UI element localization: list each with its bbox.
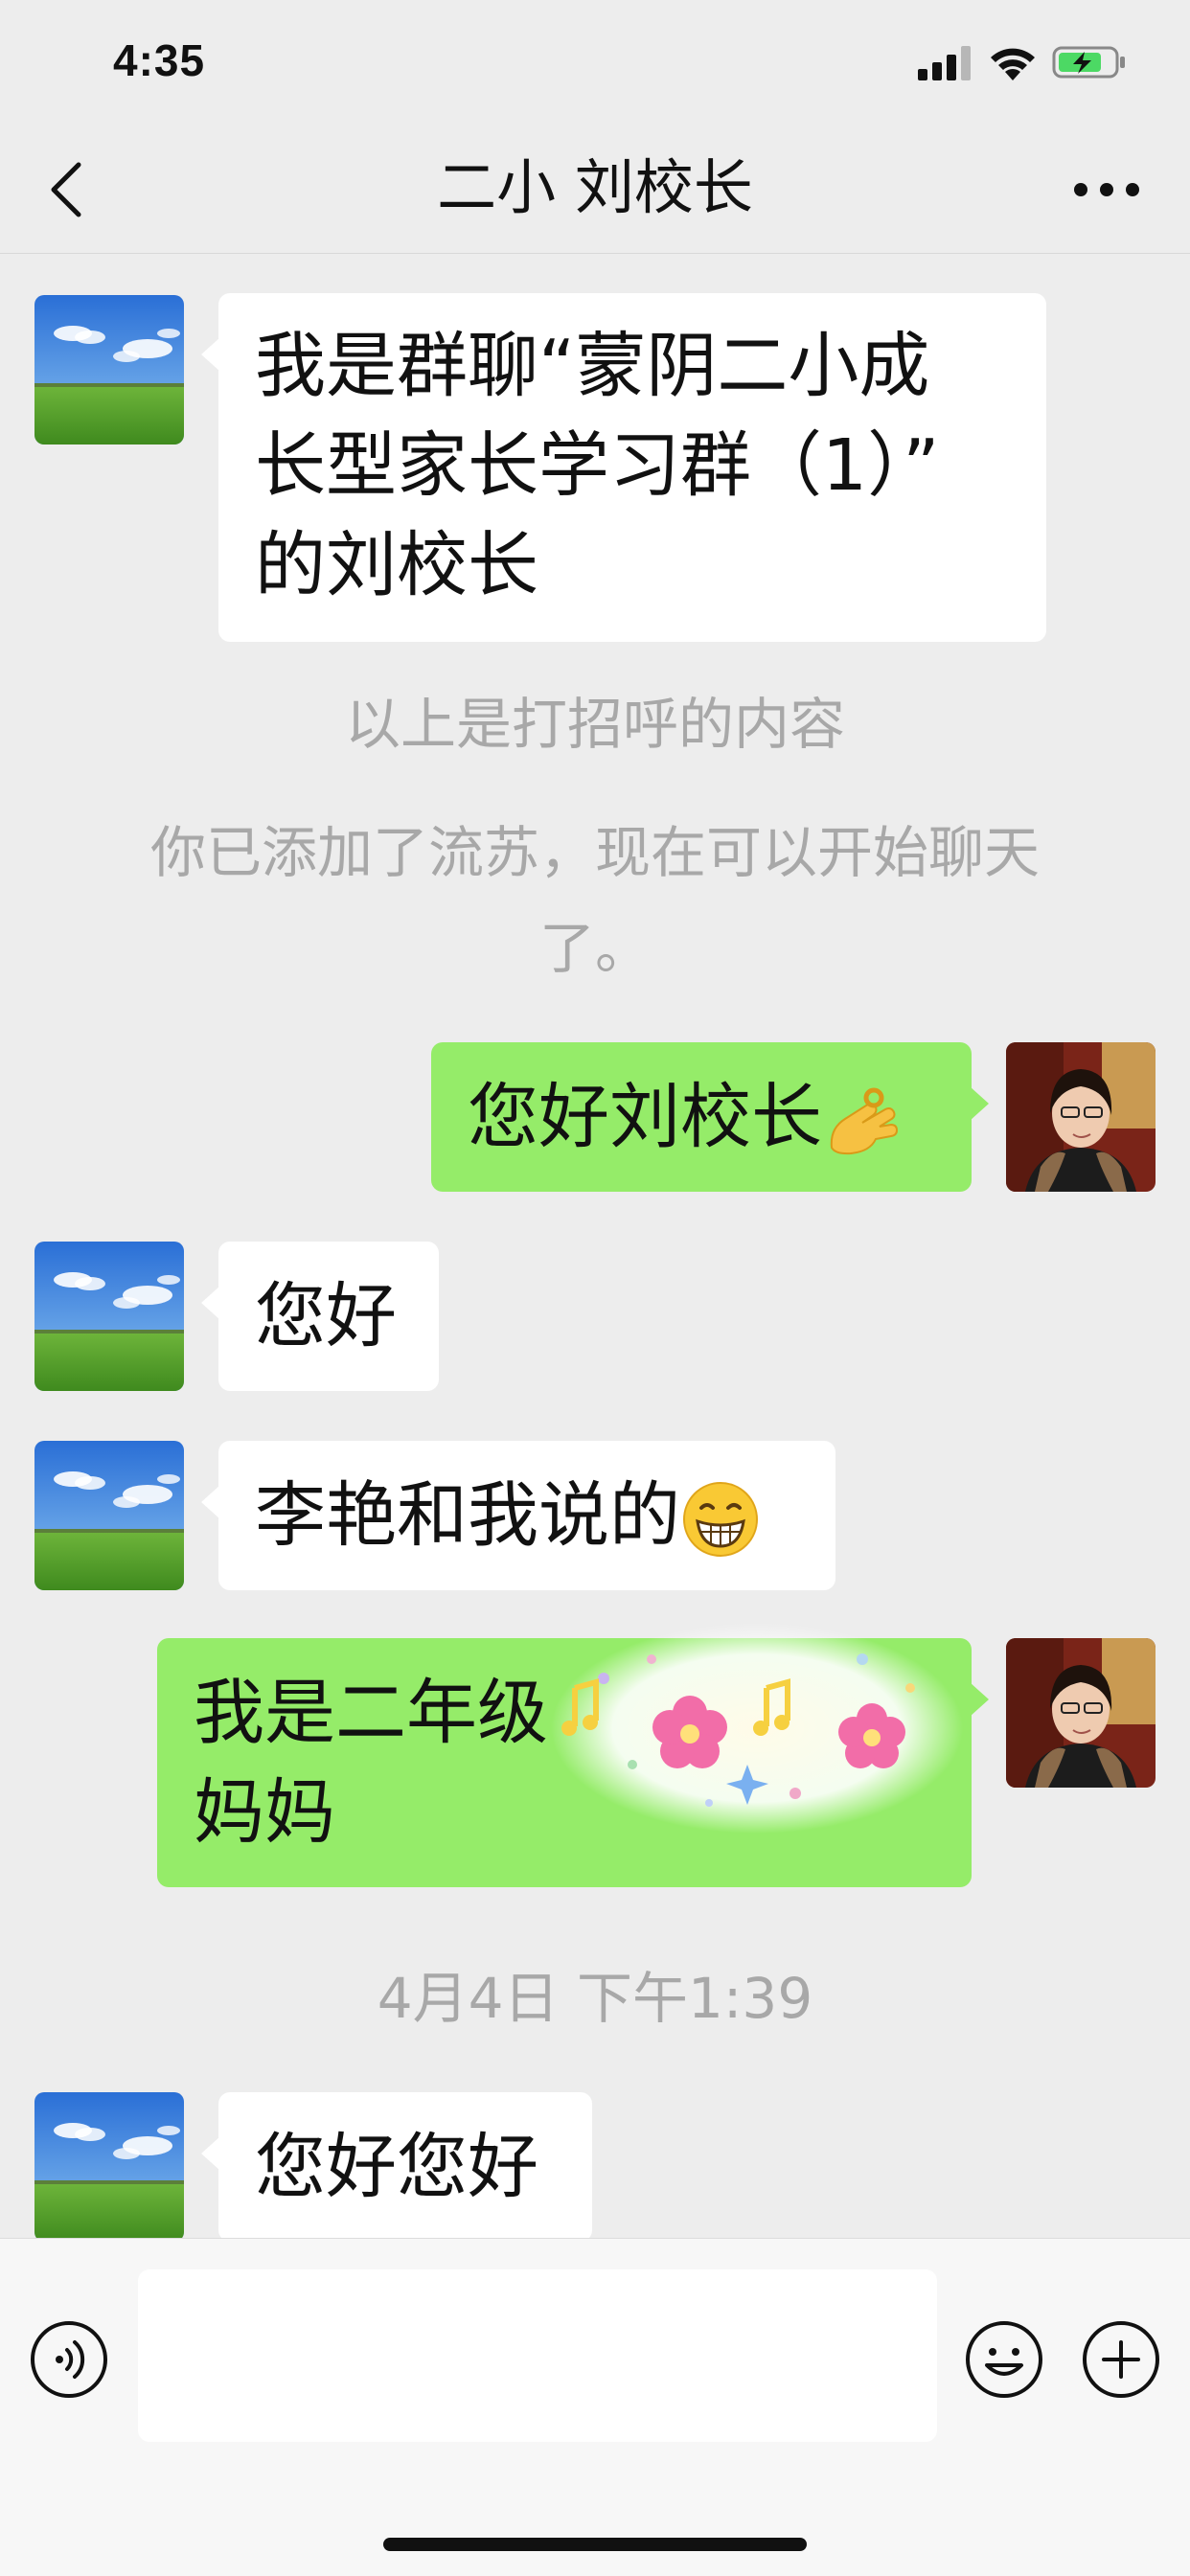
- signal-icon: [918, 46, 971, 80]
- system-message-line: 你已添加了流苏，现在可以开始聊天: [149, 820, 1040, 885]
- message-line: 我是二年级: [194, 1672, 548, 1754]
- message-line: 我是群聊“蒙阴二小成: [255, 325, 930, 407]
- message-text: 您好: [255, 1275, 397, 1357]
- message-line: 的刘校长: [255, 524, 538, 606]
- ok-hand-emoji: [830, 1087, 899, 1155]
- message-text: 李艳和我说的: [255, 1474, 680, 1557]
- grinning-face-emoji: [683, 1482, 758, 1558]
- contact-avatar[interactable]: [34, 2092, 184, 2242]
- message-line: 长型家长学习群（1）”: [255, 424, 940, 507]
- message-text: 您好您好: [255, 2126, 538, 2208]
- message-input[interactable]: [138, 2269, 937, 2442]
- system-message: 以上是打招呼的内容: [344, 692, 845, 757]
- nav-bar: 二小 刘校长: [0, 126, 1190, 254]
- contact-avatar[interactable]: [34, 1242, 184, 1391]
- self-avatar[interactable]: [1006, 1042, 1156, 1192]
- message-bubble-received[interactable]: 李艳和我说的: [201, 1441, 835, 1590]
- contact-avatar[interactable]: [34, 295, 184, 445]
- message-line: 妈妈: [194, 1771, 335, 1854]
- self-avatar[interactable]: [1006, 1638, 1156, 1788]
- message-text: 您好刘校长: [468, 1076, 822, 1158]
- back-arrow-icon[interactable]: [38, 155, 105, 224]
- system-message: 你已添加了流苏，现在可以开始聊天 了。: [77, 805, 1113, 996]
- plus-icon[interactable]: [1081, 2319, 1161, 2400]
- home-indicator: [383, 2538, 807, 2551]
- input-bar: [0, 2238, 1190, 2576]
- status-time: 4:35: [113, 35, 206, 85]
- message-bubble-sent[interactable]: 我是二年级 妈妈: [157, 1638, 989, 1887]
- timestamp: 4月4日 下午1:39: [377, 1966, 813, 2031]
- wifi-icon: [991, 48, 1035, 80]
- contact-avatar[interactable]: [34, 1441, 184, 1590]
- more-icon[interactable]: [1064, 165, 1150, 215]
- message-bubble-sent[interactable]: 您好刘校长: [431, 1042, 989, 1192]
- chat-title: 二小 刘校长: [437, 152, 753, 222]
- message-bubble-received[interactable]: 您好: [201, 1242, 439, 1391]
- emoji-icon[interactable]: [964, 2319, 1044, 2400]
- message-bubble-received[interactable]: 您好您好: [201, 2092, 592, 2242]
- system-message-line: 了。: [538, 916, 651, 981]
- message-bubble-received[interactable]: 我是群聊“蒙阴二小成 长型家长学习群（1）” 的刘校长: [201, 293, 1046, 642]
- voice-icon[interactable]: [29, 2319, 109, 2400]
- battery-icon: [1052, 46, 1125, 79]
- status-bar: 4:35: [0, 0, 1190, 126]
